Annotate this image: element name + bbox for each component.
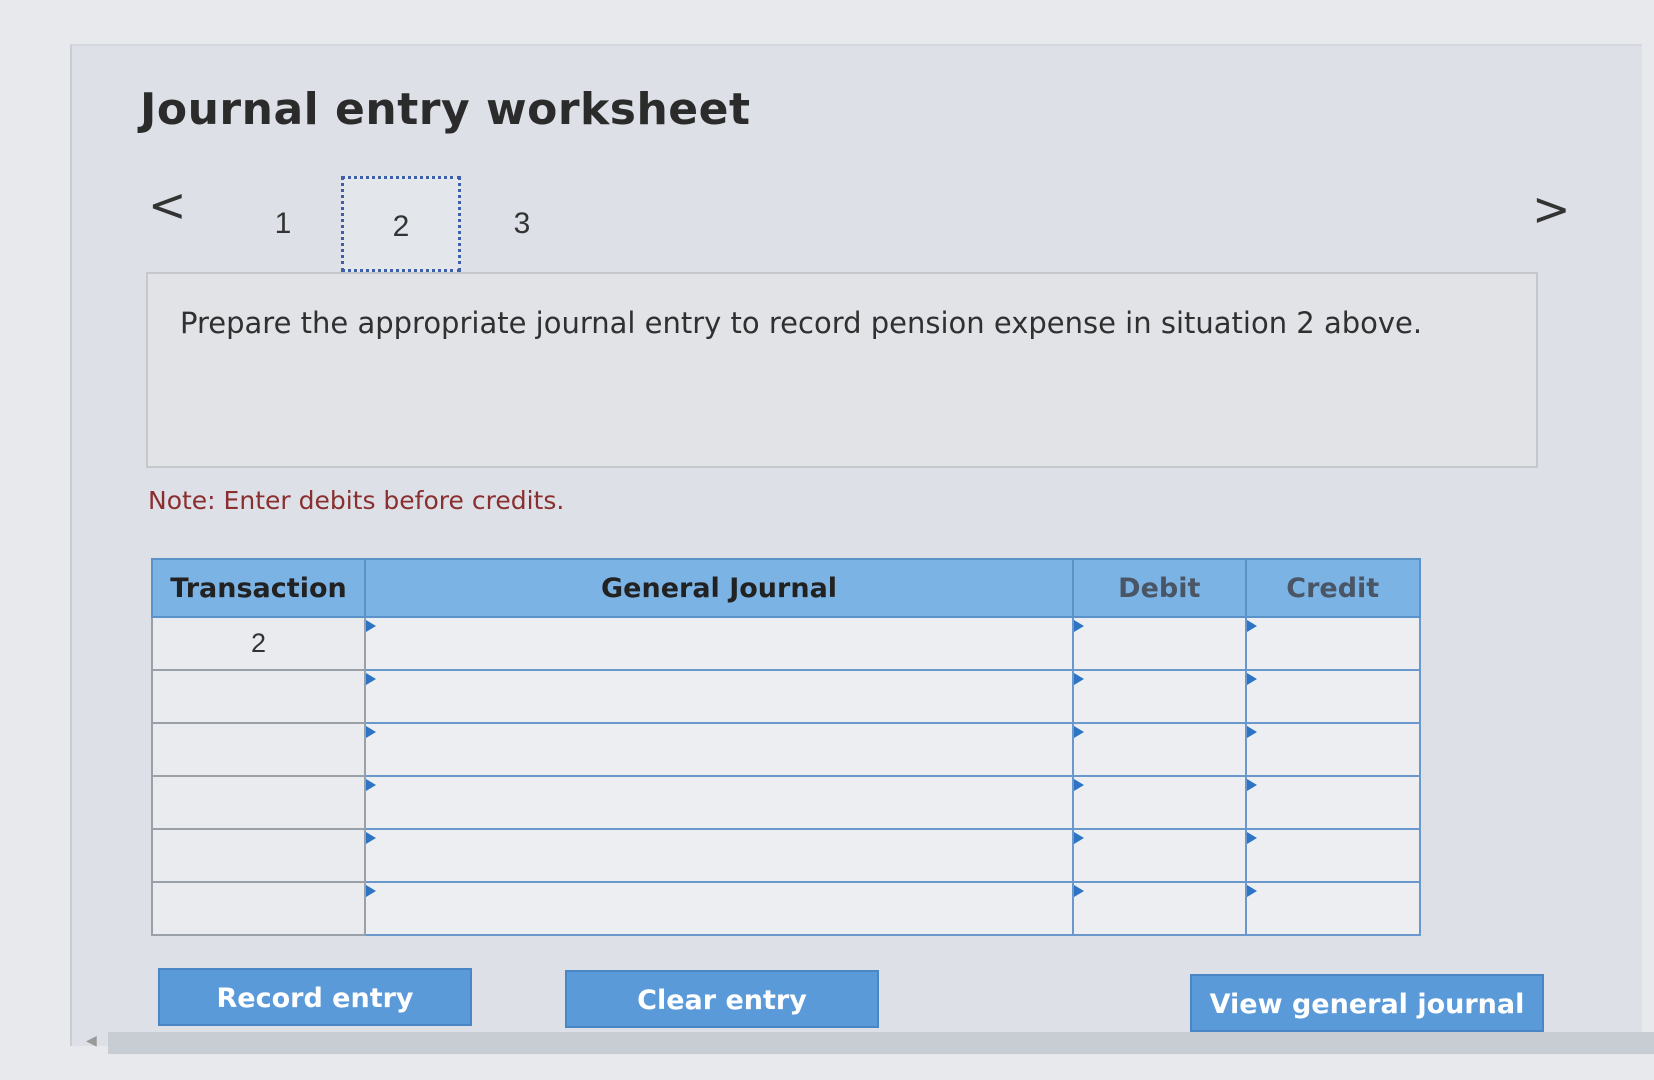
transaction-cell: 2 bbox=[150, 616, 367, 671]
row-marker-icon bbox=[366, 885, 377, 897]
debit-input[interactable] bbox=[1074, 830, 1245, 881]
credit-input[interactable] bbox=[1246, 777, 1419, 828]
debit-cell bbox=[1072, 881, 1247, 936]
row-marker-icon bbox=[366, 673, 377, 685]
credit-input[interactable] bbox=[1246, 618, 1419, 669]
account-input[interactable] bbox=[366, 671, 1073, 722]
credit-cell bbox=[1244, 828, 1421, 883]
record-entry-button[interactable]: Record entry bbox=[158, 968, 472, 1026]
debit-cell bbox=[1072, 828, 1247, 883]
credit-cell bbox=[1244, 775, 1421, 830]
row-marker-icon bbox=[1074, 673, 1085, 685]
account-input[interactable] bbox=[366, 777, 1073, 828]
note-text: Note: Enter debits before credits. bbox=[148, 486, 565, 515]
debit-cell bbox=[1072, 775, 1247, 830]
question-text: Prepare the appropriate journal entry to… bbox=[180, 306, 1423, 340]
clear-entry-button[interactable]: Clear entry bbox=[565, 970, 879, 1028]
credit-input[interactable] bbox=[1246, 883, 1419, 934]
account-cell bbox=[364, 881, 1075, 936]
row-marker-icon bbox=[1246, 620, 1257, 632]
row-marker-icon bbox=[1074, 620, 1085, 632]
tab-3[interactable]: 3 bbox=[462, 176, 582, 272]
row-marker-icon bbox=[1074, 779, 1085, 791]
table-row bbox=[150, 828, 1421, 883]
debit-input[interactable] bbox=[1074, 883, 1245, 934]
debit-input[interactable] bbox=[1074, 671, 1245, 722]
table-row bbox=[150, 669, 1421, 724]
transaction-cell bbox=[150, 828, 367, 883]
debit-input[interactable] bbox=[1074, 618, 1245, 669]
table-row bbox=[150, 775, 1421, 830]
view-general-journal-button[interactable]: View general journal bbox=[1190, 974, 1544, 1032]
debit-cell bbox=[1072, 722, 1247, 777]
row-marker-icon bbox=[1074, 726, 1085, 738]
table-row bbox=[150, 881, 1421, 936]
general-journal-header: General Journal bbox=[364, 558, 1075, 618]
account-input[interactable] bbox=[366, 724, 1073, 775]
account-input[interactable] bbox=[366, 618, 1073, 669]
credit-cell bbox=[1244, 722, 1421, 777]
account-cell bbox=[364, 722, 1075, 777]
row-marker-icon bbox=[366, 620, 377, 632]
transaction-cell bbox=[150, 881, 367, 936]
credit-cell bbox=[1244, 669, 1421, 724]
chevron-right-icon[interactable]: > bbox=[1532, 186, 1571, 232]
transaction-cell bbox=[150, 669, 367, 724]
credit-header: Credit bbox=[1244, 558, 1421, 618]
row-marker-icon bbox=[1246, 673, 1257, 685]
transaction-header: Transaction bbox=[150, 558, 367, 618]
account-cell bbox=[364, 616, 1075, 671]
row-marker-icon bbox=[366, 726, 377, 738]
account-cell bbox=[364, 828, 1075, 883]
table-row bbox=[150, 722, 1421, 777]
debit-header: Debit bbox=[1072, 558, 1247, 618]
debit-input[interactable] bbox=[1074, 777, 1245, 828]
horizontal-scrollbar[interactable] bbox=[108, 1032, 1654, 1054]
page-title: Journal entry worksheet bbox=[140, 84, 751, 135]
row-marker-icon bbox=[1246, 726, 1257, 738]
transaction-cell bbox=[150, 775, 367, 830]
tab-2[interactable]: 2 bbox=[341, 176, 461, 272]
row-marker-icon bbox=[366, 832, 377, 844]
question-box: Prepare the appropriate journal entry to… bbox=[146, 272, 1538, 468]
journal-body: 2 bbox=[150, 616, 1421, 936]
scroll-left-icon[interactable]: ◀ bbox=[86, 1033, 97, 1049]
journal-table: Transaction General Journal Debit Credit… bbox=[150, 558, 1421, 936]
journal-header-row: Transaction General Journal Debit Credit bbox=[150, 558, 1421, 618]
row-marker-icon bbox=[366, 779, 377, 791]
account-input[interactable] bbox=[366, 883, 1073, 934]
account-input[interactable] bbox=[366, 830, 1073, 881]
row-marker-icon bbox=[1246, 832, 1257, 844]
chevron-left-icon[interactable]: < bbox=[148, 182, 187, 228]
account-cell bbox=[364, 775, 1075, 830]
row-marker-icon bbox=[1246, 779, 1257, 791]
debit-input[interactable] bbox=[1074, 724, 1245, 775]
row-marker-icon bbox=[1246, 885, 1257, 897]
credit-cell bbox=[1244, 881, 1421, 936]
tab-1[interactable]: 1 bbox=[223, 176, 343, 272]
row-marker-icon bbox=[1074, 885, 1085, 897]
table-row: 2 bbox=[150, 616, 1421, 671]
debit-cell bbox=[1072, 669, 1247, 724]
credit-input[interactable] bbox=[1246, 724, 1419, 775]
row-marker-icon bbox=[1074, 832, 1085, 844]
transaction-cell bbox=[150, 722, 367, 777]
credit-input[interactable] bbox=[1246, 830, 1419, 881]
account-cell bbox=[364, 669, 1075, 724]
credit-input[interactable] bbox=[1246, 671, 1419, 722]
credit-cell bbox=[1244, 616, 1421, 671]
debit-cell bbox=[1072, 616, 1247, 671]
